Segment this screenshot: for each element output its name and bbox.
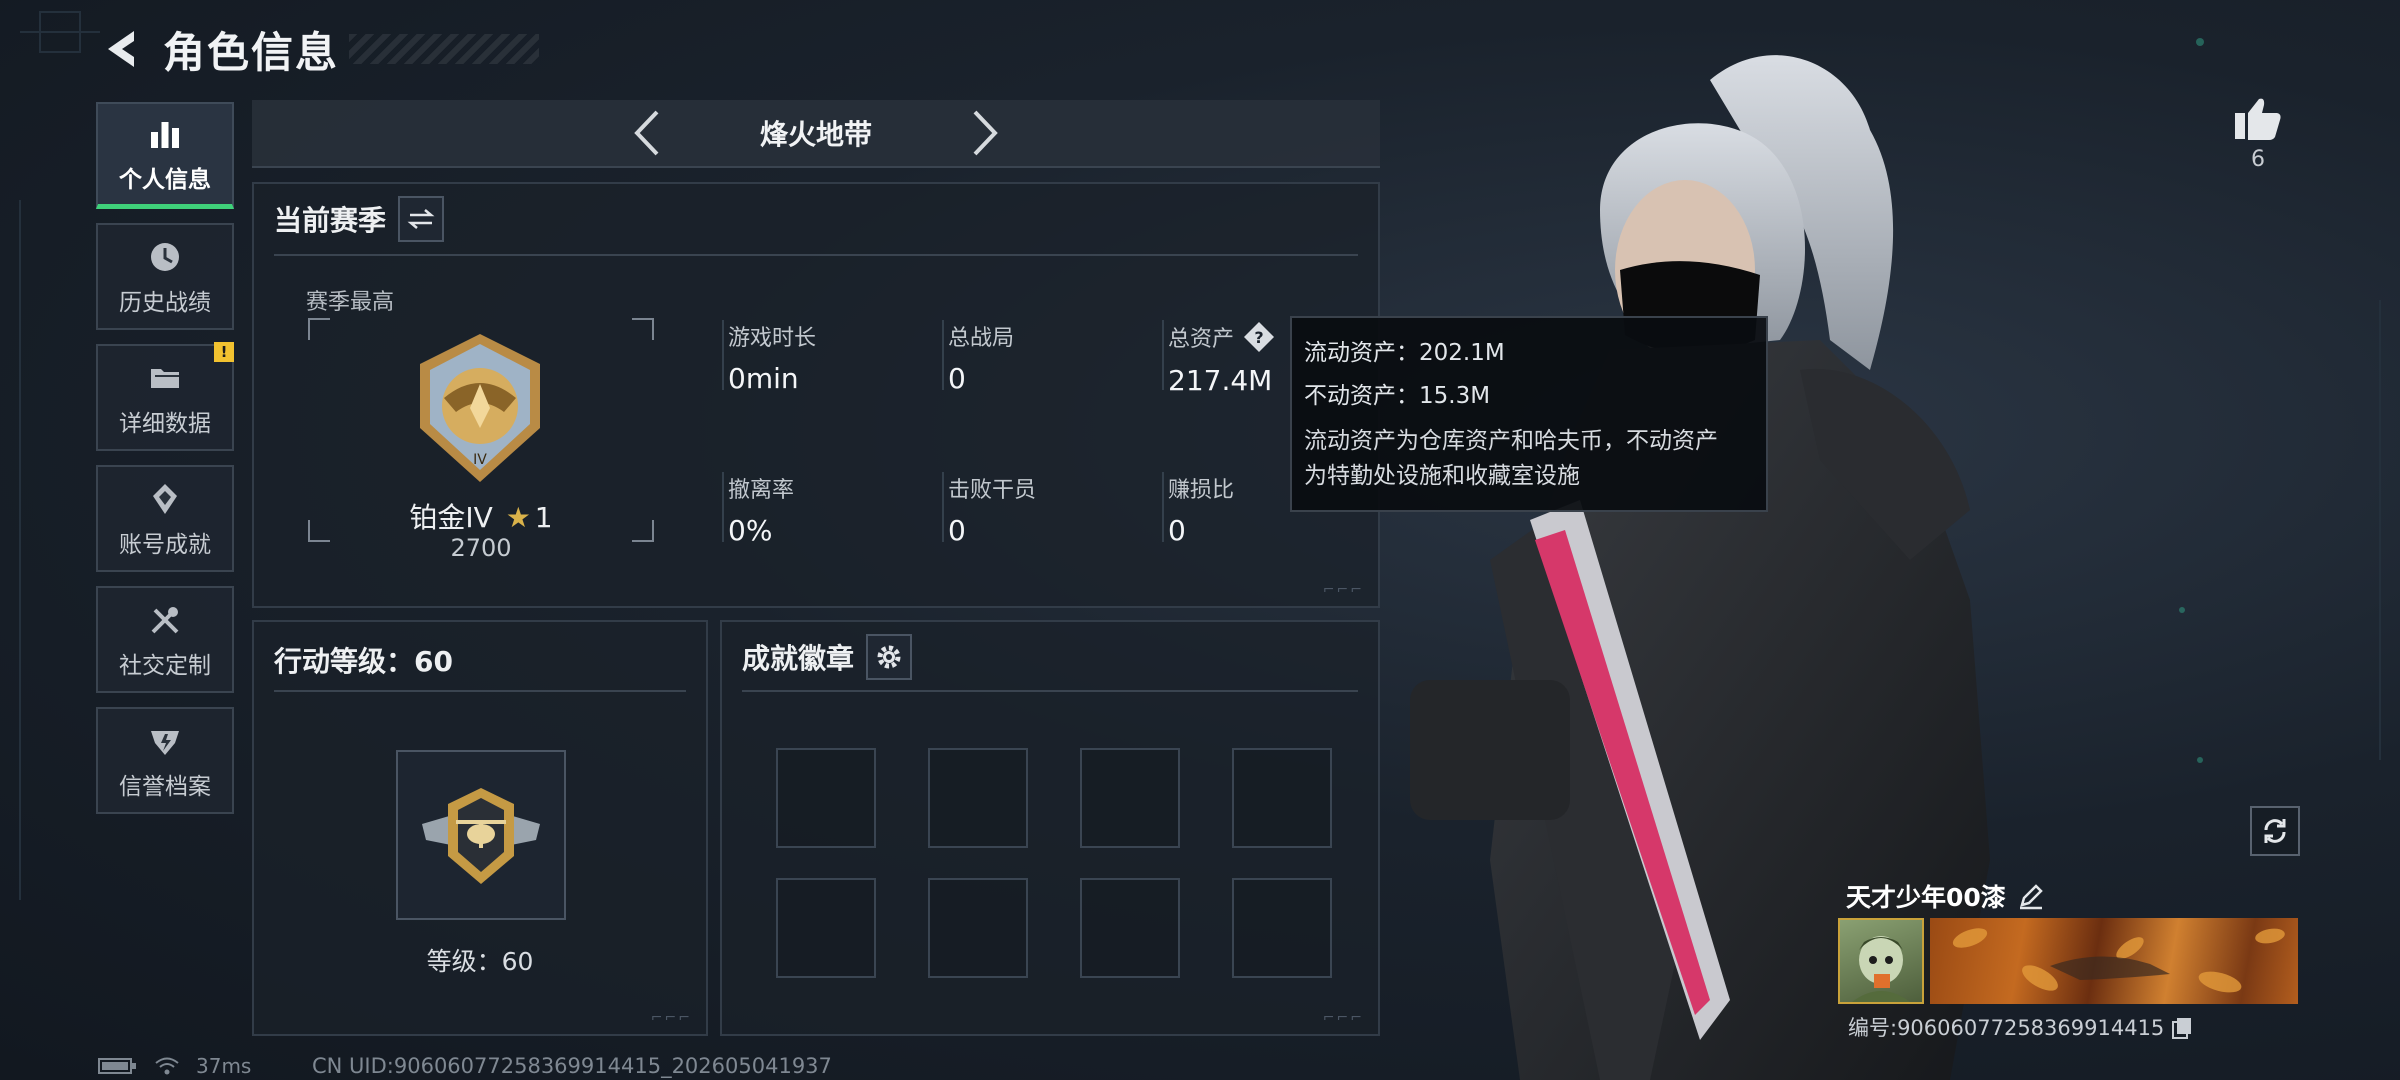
- achievement-badges-panel: 成就徽章 ⌐⌐⌐: [720, 620, 1380, 1036]
- nav-item-match-history[interactable]: 历史战绩: [96, 223, 234, 330]
- help-icon[interactable]: ?: [1242, 320, 1276, 354]
- player-name: 天才少年00漆: [1846, 883, 2006, 912]
- tooltip-liquid-assets: 流动资产：202.1M: [1304, 340, 1505, 366]
- folder-icon: [145, 358, 185, 398]
- rank-stars: 1: [534, 501, 553, 534]
- nav-label: 社交定制: [119, 652, 211, 679]
- autumn-leaves-banner-icon: [1952, 928, 2285, 993]
- nav-item-personal-info[interactable]: 个人信息: [96, 102, 234, 209]
- battery-icon: [98, 1058, 136, 1074]
- rank-name: 铂金IV: [409, 501, 493, 534]
- nav-label: 详细数据: [119, 410, 211, 437]
- platinum-rank-medal-icon: IV: [420, 334, 540, 482]
- rank-display: IV 铂金IV ★ 1 2700: [308, 318, 654, 562]
- assets-tooltip: 流动资产：202.1M 不动资产：15.3M 流动资产为仓库资产和哈夫币，不动资…: [1290, 316, 1768, 512]
- achievement-settings-button[interactable]: [866, 634, 913, 680]
- nav-item-social-custom[interactable]: 社交定制: [96, 586, 234, 693]
- avatar[interactable]: [1838, 918, 1924, 1004]
- svg-text:?: ?: [1254, 328, 1263, 347]
- achievement-slot[interactable]: [1232, 748, 1332, 848]
- nav-item-detailed-data[interactable]: ! 详细数据: [96, 342, 234, 451]
- title-decoration: [349, 34, 540, 64]
- achievement-slot[interactable]: [1080, 878, 1180, 978]
- nav-item-credit-record[interactable]: 信誉档案: [96, 707, 234, 814]
- season-title: 当前赛季: [274, 204, 387, 237]
- corner-decoration: ⌐⌐⌐: [650, 1010, 692, 1026]
- device-status-bar: 37ms: [98, 1054, 251, 1078]
- player-name-row: 天才少年00漆: [1846, 878, 2046, 914]
- achievement-slot[interactable]: [776, 748, 876, 848]
- player-id: 编号:9060607725836991441​5: [1848, 1016, 2165, 1040]
- season-best-label: 赛季最高: [306, 290, 395, 315]
- stat-extraction-rate: 撤离率 0%: [722, 472, 928, 547]
- profile-banner[interactable]: [1930, 918, 2298, 1004]
- action-level-text: 等级：60: [426, 947, 534, 976]
- alert-badge: !: [214, 342, 234, 362]
- action-level-badge: [396, 750, 566, 920]
- tooltip-fixed-assets: 不动资产：15.3M: [1304, 383, 1491, 409]
- uid-text: CN UID:9060607725836991441​5_20260504193…: [312, 1054, 832, 1078]
- achievement-slot[interactable]: [928, 748, 1028, 848]
- stat-operators-defeated: 击败干员 0: [942, 472, 1148, 547]
- tooltip-description-line2: 为特勤处设施和收藏室设施: [1304, 463, 1580, 489]
- action-level-title: 行动等级：60: [274, 645, 453, 678]
- wifi-icon: [155, 1057, 179, 1075]
- header: 角色信息: [95, 18, 540, 80]
- switch-season-button[interactable]: [398, 196, 445, 242]
- edit-pencil-icon[interactable]: [2016, 881, 2046, 911]
- action-level-panel: 行动等级：60 等级：60 ⌐⌐⌐: [252, 620, 708, 1036]
- like-count: 6: [2251, 147, 2265, 172]
- bar-chart-icon: [145, 114, 185, 154]
- star-icon: ★: [505, 501, 531, 534]
- achievement-icon: [145, 479, 185, 519]
- svg-text:IV: IV: [473, 452, 487, 468]
- stat-label: 总资产: [1168, 327, 1235, 352]
- tools-icon: [145, 600, 185, 640]
- achievement-slot[interactable]: [1080, 748, 1180, 848]
- nav-label: 个人信息: [119, 167, 211, 193]
- side-nav: 个人信息 历史战绩 ! 详细数据 账号成就 社交定制 信誉档案: [96, 102, 234, 828]
- copy-icon[interactable]: [2170, 1015, 2194, 1039]
- mode-selector: 烽火地带: [252, 100, 1380, 168]
- tooltip-description-line1: 流动资产为仓库资产和哈夫币，不动资产: [1304, 428, 1718, 454]
- mode-title: 烽火地带: [759, 118, 872, 151]
- stat-total-matches: 总战局 0: [942, 320, 1148, 395]
- nav-label: 信誉档案: [119, 773, 211, 800]
- like-button[interactable]: 6: [2230, 95, 2286, 172]
- avatar-character-icon: [1852, 936, 1910, 1002]
- refresh-button[interactable]: [2250, 806, 2300, 856]
- achievement-slot[interactable]: [1232, 878, 1332, 978]
- nav-item-account-achievements[interactable]: 账号成就: [96, 465, 234, 572]
- rank-score: 2700: [450, 534, 512, 562]
- credit-icon: [145, 721, 185, 761]
- player-id-row: 编号:9060607725836991441​5: [1848, 1012, 2194, 1042]
- ping: 37ms: [196, 1054, 252, 1078]
- stat-play-time: 游戏时长 0min: [722, 320, 928, 395]
- back-arrow-icon[interactable]: [95, 24, 145, 74]
- helicopter-wings-badge-icon: [422, 788, 540, 884]
- achievement-slot[interactable]: [776, 878, 876, 978]
- corner-decoration: ⌐⌐⌐: [1322, 1010, 1364, 1026]
- refresh-icon: [2264, 819, 2286, 843]
- rank-name-row: 铂金IV ★ 1: [308, 496, 654, 536]
- thumbs-up-icon: [2235, 98, 2281, 140]
- swap-icon: [407, 209, 435, 229]
- corner-decoration: ⌐⌐⌐: [1322, 582, 1364, 598]
- achievements-title: 成就徽章: [742, 642, 855, 675]
- achievement-slot[interactable]: [928, 878, 1028, 978]
- season-panel: 当前赛季 赛季最高 IV 铂金IV ★ 1 2700 游戏时长 0min 总战局…: [252, 182, 1380, 608]
- nav-label: 历史战绩: [119, 289, 211, 316]
- gear-icon: [877, 645, 901, 669]
- nav-label: 账号成就: [119, 531, 211, 558]
- clock-icon: [145, 237, 185, 277]
- page-title: 角色信息: [163, 27, 340, 77]
- next-mode-arrow-icon[interactable]: [961, 103, 1011, 163]
- prev-mode-arrow-icon[interactable]: [621, 103, 671, 163]
